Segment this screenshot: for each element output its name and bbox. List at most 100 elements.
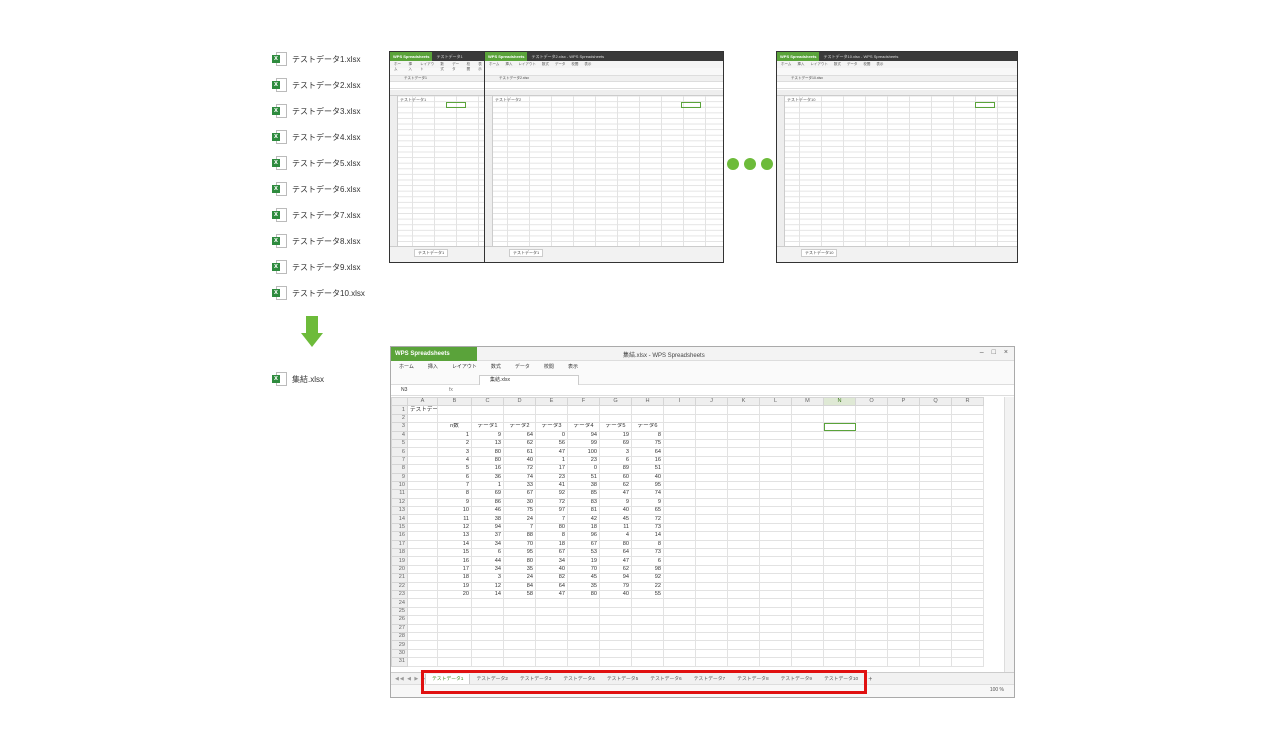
data-cell[interactable]: 40 (535, 564, 568, 575)
cell[interactable] (535, 413, 568, 424)
row-header[interactable]: 11 (391, 489, 408, 499)
cell[interactable] (759, 648, 792, 659)
row-header[interactable]: 12 (391, 497, 408, 508)
cell[interactable] (919, 648, 952, 659)
cell[interactable] (727, 497, 760, 508)
cell[interactable] (951, 447, 984, 457)
cell[interactable] (919, 657, 952, 667)
data-cell[interactable]: 94 (599, 573, 632, 583)
cell[interactable] (855, 489, 888, 499)
cell[interactable] (437, 615, 472, 625)
row-header[interactable]: 30 (391, 648, 408, 659)
cell[interactable] (599, 606, 632, 617)
cell[interactable] (695, 472, 728, 482)
cell[interactable] (663, 413, 696, 424)
data-cell[interactable]: 99 (567, 438, 600, 449)
data-cell[interactable]: 11 (599, 522, 632, 533)
cell[interactable] (663, 598, 696, 608)
data-cell[interactable]: 30 (503, 497, 536, 508)
data-cell[interactable]: 4 (437, 455, 472, 466)
cell[interactable] (759, 497, 792, 508)
cell[interactable] (791, 514, 824, 524)
data-cell[interactable]: 81 (567, 506, 600, 516)
cell[interactable] (407, 455, 438, 466)
cell[interactable] (631, 598, 664, 608)
data-cell[interactable]: 14 (437, 539, 472, 550)
cell[interactable] (759, 506, 792, 516)
cell[interactable] (919, 480, 952, 491)
cell[interactable] (631, 623, 664, 633)
cell[interactable] (695, 589, 728, 600)
cell[interactable] (791, 615, 824, 625)
data-cell[interactable]: 100 (567, 447, 600, 457)
row-header[interactable]: 21 (391, 573, 408, 583)
cell[interactable] (855, 539, 888, 550)
data-cell[interactable]: 72 (631, 514, 664, 524)
cell[interactable] (855, 631, 888, 642)
cell[interactable] (695, 623, 728, 633)
cell[interactable] (887, 598, 920, 608)
cell[interactable] (695, 598, 728, 608)
cell[interactable] (759, 472, 792, 482)
cell[interactable] (791, 623, 824, 633)
cell[interactable] (759, 464, 792, 474)
cell[interactable] (407, 472, 438, 482)
data-cell[interactable]: 24 (503, 573, 536, 583)
cell[interactable] (759, 455, 792, 466)
minimize-icon[interactable]: – (980, 349, 984, 356)
row-header[interactable]: 4 (391, 430, 408, 440)
cell[interactable] (663, 631, 696, 642)
cell[interactable] (727, 489, 760, 499)
cell[interactable] (887, 455, 920, 466)
cell[interactable] (919, 539, 952, 550)
cell[interactable] (791, 548, 824, 558)
cell[interactable] (791, 455, 824, 466)
data-cell[interactable]: 94 (471, 522, 504, 533)
cell[interactable] (759, 598, 792, 608)
cell[interactable] (887, 506, 920, 516)
data-cell[interactable]: 92 (535, 489, 568, 499)
cell[interactable] (663, 623, 696, 633)
data-cell[interactable]: 3 (437, 447, 472, 457)
column-header-p[interactable]: P (887, 397, 920, 407)
data-cell[interactable]: 8 (437, 489, 472, 499)
data-cell[interactable]: 11 (437, 514, 472, 524)
row-header[interactable]: 5 (391, 438, 408, 449)
cell[interactable] (791, 472, 824, 482)
cell[interactable] (599, 648, 632, 659)
cell[interactable] (631, 405, 664, 415)
cell[interactable] (727, 573, 760, 583)
cell[interactable] (503, 657, 536, 667)
cell[interactable] (951, 531, 984, 541)
column-header-i[interactable]: I (663, 397, 696, 407)
cell[interactable] (695, 657, 728, 667)
data-cell[interactable]: 45 (567, 573, 600, 583)
cell[interactable] (663, 589, 696, 600)
data-cell[interactable]: 98 (631, 564, 664, 575)
cell[interactable] (567, 648, 600, 659)
data-cell[interactable]: 36 (471, 472, 504, 482)
cell[interactable] (759, 413, 792, 424)
cell[interactable] (567, 598, 600, 608)
cell[interactable] (823, 631, 856, 642)
cell[interactable] (535, 623, 568, 633)
column-header-h[interactable]: H (631, 397, 664, 407)
cell[interactable] (567, 640, 600, 650)
cell[interactable] (727, 640, 760, 650)
data-cell[interactable]: 64 (599, 548, 632, 558)
file-item[interactable]: x テストデータ10.xlsx (272, 280, 382, 306)
file-item[interactable]: x テストデータ1.xlsx (272, 46, 382, 72)
data-cell[interactable]: 8 (535, 531, 568, 541)
cell[interactable] (791, 606, 824, 617)
selected-cell[interactable] (823, 422, 856, 432)
cell[interactable] (887, 497, 920, 508)
cell[interactable] (695, 405, 728, 415)
cell[interactable] (887, 472, 920, 482)
data-cell[interactable]: 70 (567, 564, 600, 575)
cell[interactable] (855, 606, 888, 617)
data-cell[interactable]: 74 (503, 472, 536, 482)
data-cell[interactable]: 70 (503, 539, 536, 550)
cell[interactable] (695, 506, 728, 516)
cell[interactable] (823, 480, 856, 491)
data-cell[interactable]: 73 (631, 548, 664, 558)
